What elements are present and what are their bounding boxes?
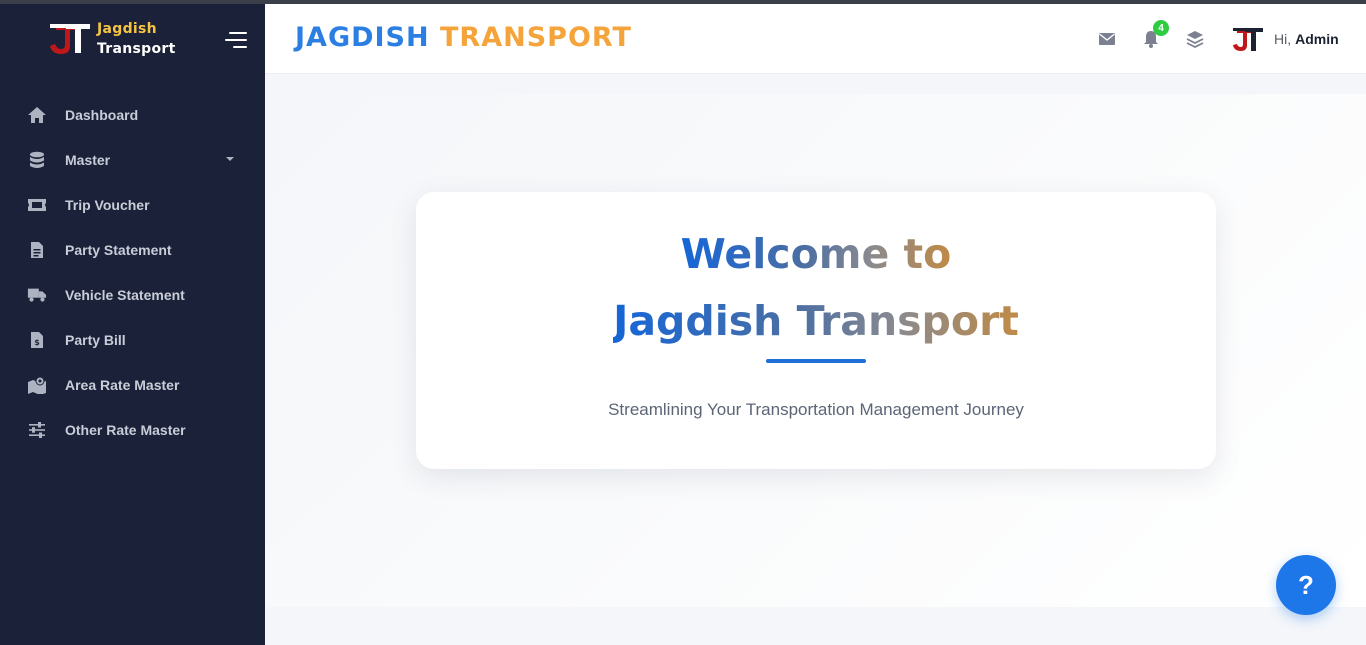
sidebar-item-party-bill[interactable]: $ Party Bill [0, 317, 265, 362]
home-icon [27, 105, 47, 125]
sidebar-item-area-rate-master[interactable]: Area Rate Master [0, 362, 265, 407]
heading-underline [766, 359, 866, 363]
jt-logo-icon [50, 24, 90, 54]
sidebar-item-dashboard[interactable]: Dashboard [0, 92, 265, 137]
welcome-tagline: Streamlining Your Transportation Managem… [608, 400, 1024, 419]
sidebar-item-label: Master [65, 151, 111, 168]
sidebar-item-vehicle-statement[interactable]: Vehicle Statement [0, 272, 265, 317]
sidebar-item-label: Trip Voucher [65, 196, 150, 213]
welcome-card: Welcome to Jagdish Transport Streamlinin… [416, 192, 1216, 469]
layers-icon[interactable] [1185, 29, 1205, 49]
sidebar-brand[interactable]: Jagdish Transport [0, 4, 265, 74]
svg-text:$: $ [34, 338, 40, 347]
invoice-icon: $ [27, 330, 47, 350]
brand-line2: Transport [97, 41, 176, 57]
app-title: JAGDISH TRANSPORT [295, 22, 632, 53]
menu-toggle-icon[interactable] [225, 31, 247, 49]
database-icon [27, 150, 47, 170]
avatar [1233, 28, 1263, 51]
notification-badge: 4 [1153, 20, 1169, 36]
document-icon [27, 240, 47, 260]
welcome-heading-line1-text: Welcome to [680, 230, 952, 278]
welcome-heading-line1: Welcome to [416, 230, 1216, 278]
sidebar-item-master[interactable]: Master [0, 137, 265, 182]
sidebar-item-label: Party Statement [65, 241, 172, 258]
greeting-text: Hi, [1274, 31, 1292, 47]
main-content: Welcome to Jagdish Transport Streamlinin… [265, 94, 1366, 607]
sidebar-item-label: Other Rate Master [65, 421, 186, 438]
welcome-heading-line2: Jagdish Transport [416, 297, 1216, 345]
sidebar-item-trip-voucher[interactable]: Trip Voucher [0, 182, 265, 227]
sidebar-item-other-rate-master[interactable]: Other Rate Master [0, 407, 265, 452]
sidebar-item-label: Vehicle Statement [65, 286, 185, 303]
help-button[interactable]: ? [1276, 555, 1336, 615]
welcome-heading-line2-text: Jagdish Transport [613, 297, 1019, 345]
truck-icon [27, 285, 47, 305]
ticket-icon [27, 195, 47, 215]
sidebar-item-label: Area Rate Master [65, 376, 180, 393]
top-header: JAGDISH TRANSPORT 4 Hi, Admin [265, 4, 1366, 74]
sidebar-item-label: Party Bill [65, 331, 126, 348]
app-title-part1: JAGDISH [295, 22, 430, 53]
window-top-border [0, 0, 1366, 4]
map-icon [27, 375, 47, 395]
user-menu[interactable]: Hi, Admin [1230, 25, 1339, 53]
sidebar: Jagdish Transport Dashboard Master Trip … [0, 4, 265, 645]
sidebar-nav: Dashboard Master Trip Voucher Party Stat… [0, 92, 265, 452]
brand-line1: Jagdish [97, 21, 157, 37]
sidebar-item-party-statement[interactable]: Party Statement [0, 227, 265, 272]
username: Admin [1295, 31, 1339, 47]
app-title-part2: TRANSPORT [440, 22, 632, 53]
chevron-down-icon[interactable] [226, 157, 234, 161]
sliders-icon [27, 420, 47, 440]
brand-name: Jagdish Transport [97, 19, 176, 59]
sidebar-item-label: Dashboard [65, 106, 139, 123]
mail-icon[interactable] [1097, 29, 1117, 49]
